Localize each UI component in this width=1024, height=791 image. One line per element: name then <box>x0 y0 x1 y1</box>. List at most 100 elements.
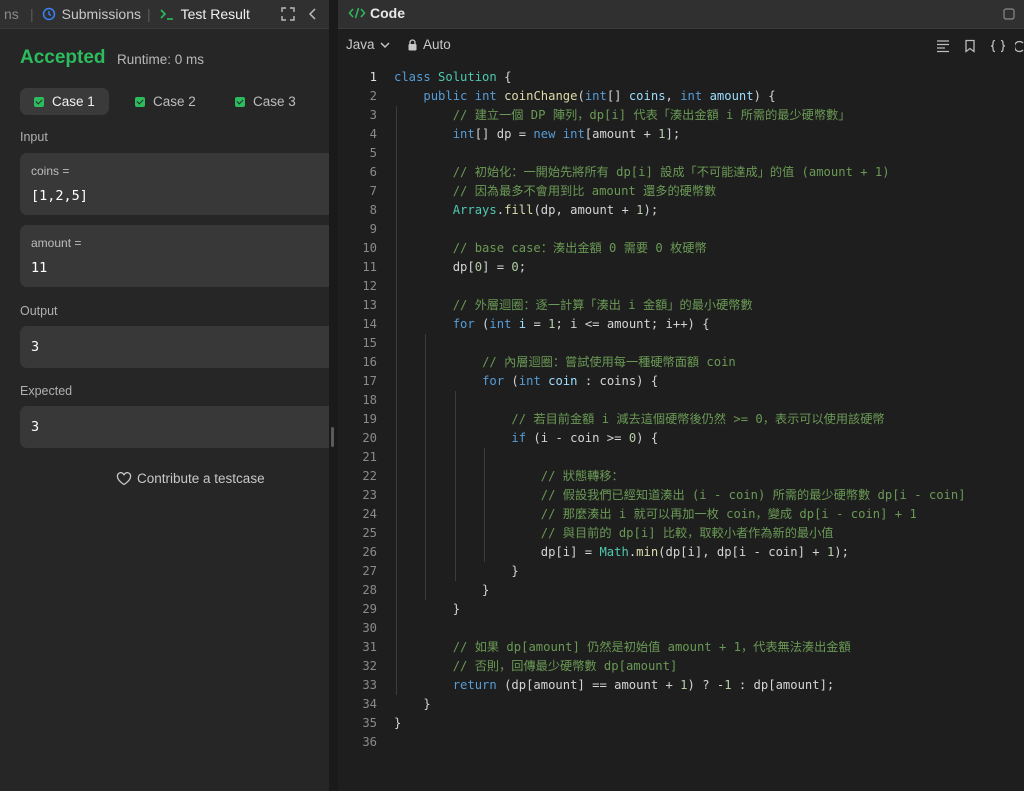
amount-input-box: amount = 11 <box>20 225 329 287</box>
code-line[interactable]: 5 <box>338 144 1024 163</box>
code-line[interactable]: 4 int[] dp = new int[amount + 1]; <box>338 125 1024 144</box>
code-line[interactable]: 17 for (int coin : coins) { <box>338 372 1024 391</box>
code-line[interactable]: 31 // 如果 dp[amount] 仍然是初始值 amount + 1，代表… <box>338 638 1024 657</box>
tab-submissions-label: Submissions <box>61 6 142 22</box>
code-line[interactable]: 19 // 若目前金額 i 減去這個硬幣後仍然 >= 0，表示可以使用該硬幣 <box>338 410 1024 429</box>
line-number: 9 <box>369 222 377 236</box>
code-line[interactable]: 8 Arrays.fill(dp, amount + 1); <box>338 201 1024 220</box>
line-number: 12 <box>362 279 377 293</box>
line-number: 36 <box>362 735 377 749</box>
code-line[interactable]: 33 return (dp[amount] == amount + 1) ? -… <box>338 676 1024 695</box>
tab-partial-label: ns <box>4 6 19 22</box>
code-line[interactable]: 24 // 那麼湊出 i 就可以再加一枚 coin，變成 dp[i - coin… <box>338 505 1024 524</box>
checkbox-icon <box>135 96 145 107</box>
line-number: 19 <box>362 412 377 426</box>
fullscreen-icon[interactable] <box>280 6 296 22</box>
code-line[interactable]: 12 <box>338 277 1024 296</box>
checkbox-icon <box>235 96 245 107</box>
line-number: 24 <box>362 507 377 521</box>
line-number: 16 <box>362 355 377 369</box>
code-line[interactable]: 29 } <box>338 600 1024 619</box>
panel-tab-bar: ns | Submissions | Test Result <box>0 0 329 29</box>
code-text: dp[i] = Math.min(dp[i], dp[i - coin] + 1… <box>394 545 849 559</box>
code-line[interactable]: 22 // 狀態轉移： <box>338 467 1024 486</box>
case-label: Case 3 <box>253 94 296 109</box>
collapse-left-icon[interactable] <box>305 6 321 22</box>
line-number: 6 <box>369 165 377 179</box>
line-number: 26 <box>362 545 377 559</box>
code-line[interactable]: 25 // 與目前的 dp[i] 比較，取較小者作為新的最小值 <box>338 524 1024 543</box>
tab-description-partial[interactable]: ns <box>4 0 19 28</box>
case-label: Case 2 <box>153 94 196 109</box>
code-line[interactable]: 13 // 外層迴圈：逐一計算「湊出 i 金額」的最小硬幣數 <box>338 296 1024 315</box>
tab-submissions[interactable]: | Submissions <box>30 0 141 28</box>
line-number: 25 <box>362 526 377 540</box>
code-line[interactable]: 15 <box>338 334 1024 353</box>
input-label: Input <box>20 130 48 144</box>
code-line[interactable]: 34 } <box>338 695 1024 714</box>
code-line[interactable]: 30 <box>338 619 1024 638</box>
reset-icon[interactable] <box>1015 39 1024 53</box>
tab-separator: | <box>30 6 34 22</box>
code-line[interactable]: 16 // 內層迴圈：嘗試使用每一種硬幣面額 coin <box>338 353 1024 372</box>
tab-test-result[interactable]: | Test Result <box>147 0 250 28</box>
code-line[interactable]: 9 <box>338 220 1024 239</box>
expected-box: 3 <box>20 406 329 448</box>
code-line[interactable]: 23 // 假設我們已經知道湊出 (i - coin) 所需的最少硬幣數 dp[… <box>338 486 1024 505</box>
code-line[interactable]: 20 if (i - coin >= 0) { <box>338 429 1024 448</box>
result-status: Accepted <box>20 47 106 68</box>
indent-guide <box>454 391 456 581</box>
code-line[interactable]: 27 } <box>338 562 1024 581</box>
language-select[interactable]: Java <box>346 37 390 52</box>
tab-case-3[interactable]: Case 3 <box>221 88 310 115</box>
panel-resize-handle[interactable] <box>329 0 338 791</box>
code-text: // 那麼湊出 i 就可以再加一枚 coin，變成 dp[i - coin] +… <box>540 507 917 521</box>
output-value: 3 <box>31 339 40 355</box>
line-number: 21 <box>362 450 377 464</box>
code-text: } <box>394 697 431 711</box>
code-line[interactable]: 7 // 因為最多不會用到比 amount 還多的硬幣數 <box>338 182 1024 201</box>
code-line[interactable]: 26 dp[i] = Math.min(dp[i], dp[i - coin] … <box>338 543 1024 562</box>
code-tab[interactable]: Code <box>348 5 405 21</box>
code-text: dp[0] = 0; <box>394 260 527 274</box>
code-line[interactable]: 14 for (int i = 1; i <= amount; i++) { <box>338 315 1024 334</box>
line-number: 28 <box>362 583 377 597</box>
code-text: // 外層迴圈：逐一計算「湊出 i 金額」的最小硬幣數 <box>452 298 753 312</box>
expected-label: Expected <box>20 384 73 398</box>
line-number: 1 <box>369 70 377 84</box>
code-text: // 與目前的 dp[i] 比較，取較小者作為新的最小值 <box>540 526 834 540</box>
code-line[interactable]: 10 // base case：湊出金額 0 需要 0 枚硬幣 <box>338 239 1024 258</box>
case-label: Case 1 <box>52 94 95 109</box>
code-line[interactable]: 28 } <box>338 581 1024 600</box>
code-text: public int coinChange(int[] coins, int a… <box>423 89 776 103</box>
language-label: Java <box>346 37 375 52</box>
bookmark-icon[interactable] <box>963 39 977 53</box>
code-line[interactable]: 6 // 初始化：一開始先將所有 dp[i] 設成「不可能達成」的值 (amou… <box>338 163 1024 182</box>
line-number: 14 <box>362 317 377 331</box>
code-text: // 因為最多不會用到比 amount 還多的硬幣數 <box>452 184 717 198</box>
code-line[interactable]: 32 // 否則，回傳最少硬幣數 dp[amount] <box>338 657 1024 676</box>
format-icon[interactable] <box>936 39 950 53</box>
line-number: 11 <box>362 260 377 274</box>
terminal-icon <box>160 9 173 20</box>
code-line[interactable]: 18 <box>338 391 1024 410</box>
window-control-icon[interactable] <box>1002 7 1016 21</box>
line-number: 15 <box>362 336 377 350</box>
code-line[interactable]: 2 public int coinChange(int[] coins, int… <box>338 87 1024 106</box>
code-line[interactable]: 1 class Solution { <box>338 68 1024 87</box>
tab-case-1[interactable]: Case 1 <box>20 88 109 115</box>
code-line[interactable]: 36 <box>338 733 1024 752</box>
code-line[interactable]: 3 // 建立一個 DP 陣列，dp[i] 代表「湊出金額 i 所需的最少硬幣數… <box>338 106 1024 125</box>
output-label: Output <box>20 304 58 318</box>
code-line[interactable]: 21 <box>338 448 1024 467</box>
line-number: 8 <box>369 203 377 217</box>
code-line[interactable]: 35} <box>338 714 1024 733</box>
line-number: 10 <box>362 241 377 255</box>
braces-icon[interactable] <box>989 39 1007 53</box>
amount-param-value: 11 <box>31 260 48 276</box>
resize-grip[interactable] <box>331 427 334 447</box>
code-line[interactable]: 11 dp[0] = 0; <box>338 258 1024 277</box>
auto-mode-toggle[interactable]: Auto <box>407 37 451 52</box>
contribute-testcase-button[interactable]: Contribute a testcase <box>116 471 265 486</box>
tab-case-2[interactable]: Case 2 <box>121 88 210 115</box>
